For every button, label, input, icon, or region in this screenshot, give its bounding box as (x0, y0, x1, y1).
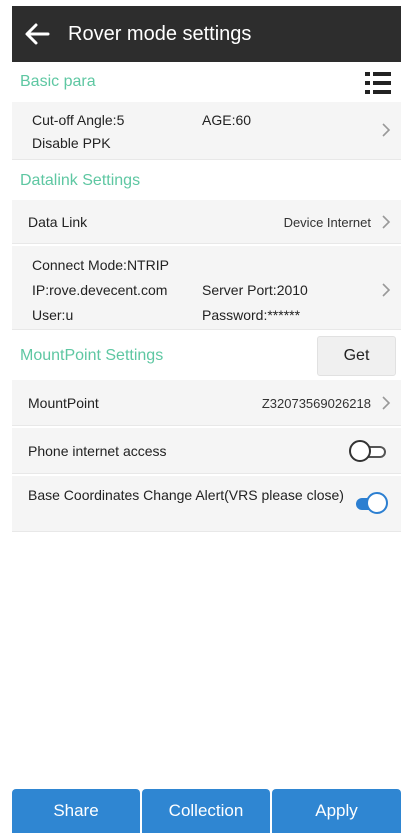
get-button[interactable]: Get (317, 336, 396, 376)
data-link-label: Data Link (28, 214, 88, 230)
connect-mode-text: Connect Mode:NTRIP (32, 257, 169, 273)
phone-internet-toggle[interactable] (348, 440, 390, 464)
share-button[interactable]: Share (12, 789, 140, 833)
mountpoint-label: MountPoint (28, 395, 99, 411)
list-menu-icon[interactable] (363, 68, 393, 98)
ip-text: IP:rove.devecent.com (32, 282, 168, 298)
apply-button[interactable]: Apply (272, 789, 401, 833)
app-screen: Rover mode settings Basic para Cut-off A… (12, 6, 401, 833)
base-alert-toggle[interactable] (348, 492, 390, 516)
mountpoint-value: Z32073569026218 (261, 396, 371, 411)
arrow-left-icon[interactable] (22, 19, 52, 49)
bottom-action-bar: Share Collection Apply (12, 789, 401, 833)
phone-internet-label: Phone internet access (28, 443, 167, 459)
phone-internet-row: Phone internet access (12, 428, 401, 474)
age-text: AGE:60 (202, 112, 252, 128)
chevron-right-icon (382, 123, 391, 137)
basic-para-row[interactable]: Cut-off Angle:5 AGE:60 Disable PPK (12, 102, 401, 160)
toggle-knob (349, 440, 371, 462)
mountpoint-row[interactable]: MountPoint Z32073569026218 (12, 380, 401, 426)
collection-button[interactable]: Collection (142, 789, 270, 833)
connection-details-row[interactable]: Connect Mode:NTRIP IP:rove.devecent.com … (12, 246, 401, 330)
password-text: Password:****** (202, 307, 301, 323)
base-alert-row: Base Coordinates Change Alert(VRS please… (12, 476, 401, 532)
ppk-text: Disable PPK (32, 135, 111, 151)
user-text: User:u (32, 307, 74, 323)
chevron-right-icon (382, 215, 391, 229)
base-alert-label: Base Coordinates Change Alert(VRS please… (28, 487, 344, 503)
top-app-bar: Rover mode settings (12, 6, 401, 62)
chevron-right-icon (382, 283, 391, 297)
data-link-value: Device Internet (283, 215, 371, 230)
server-port-text: Server Port:2010 (202, 282, 308, 298)
basic-para-section-title: Basic para (20, 73, 96, 90)
chevron-right-icon (382, 396, 391, 410)
page-title: Rover mode settings (68, 23, 252, 45)
mountpoint-section-title: MountPoint Settings (20, 347, 164, 364)
cutoff-angle-text: Cut-off Angle:5 (32, 112, 125, 128)
data-link-row[interactable]: Data Link Device Internet (12, 200, 401, 244)
datalink-section-title: Datalink Settings (20, 172, 141, 189)
toggle-knob (366, 492, 388, 514)
